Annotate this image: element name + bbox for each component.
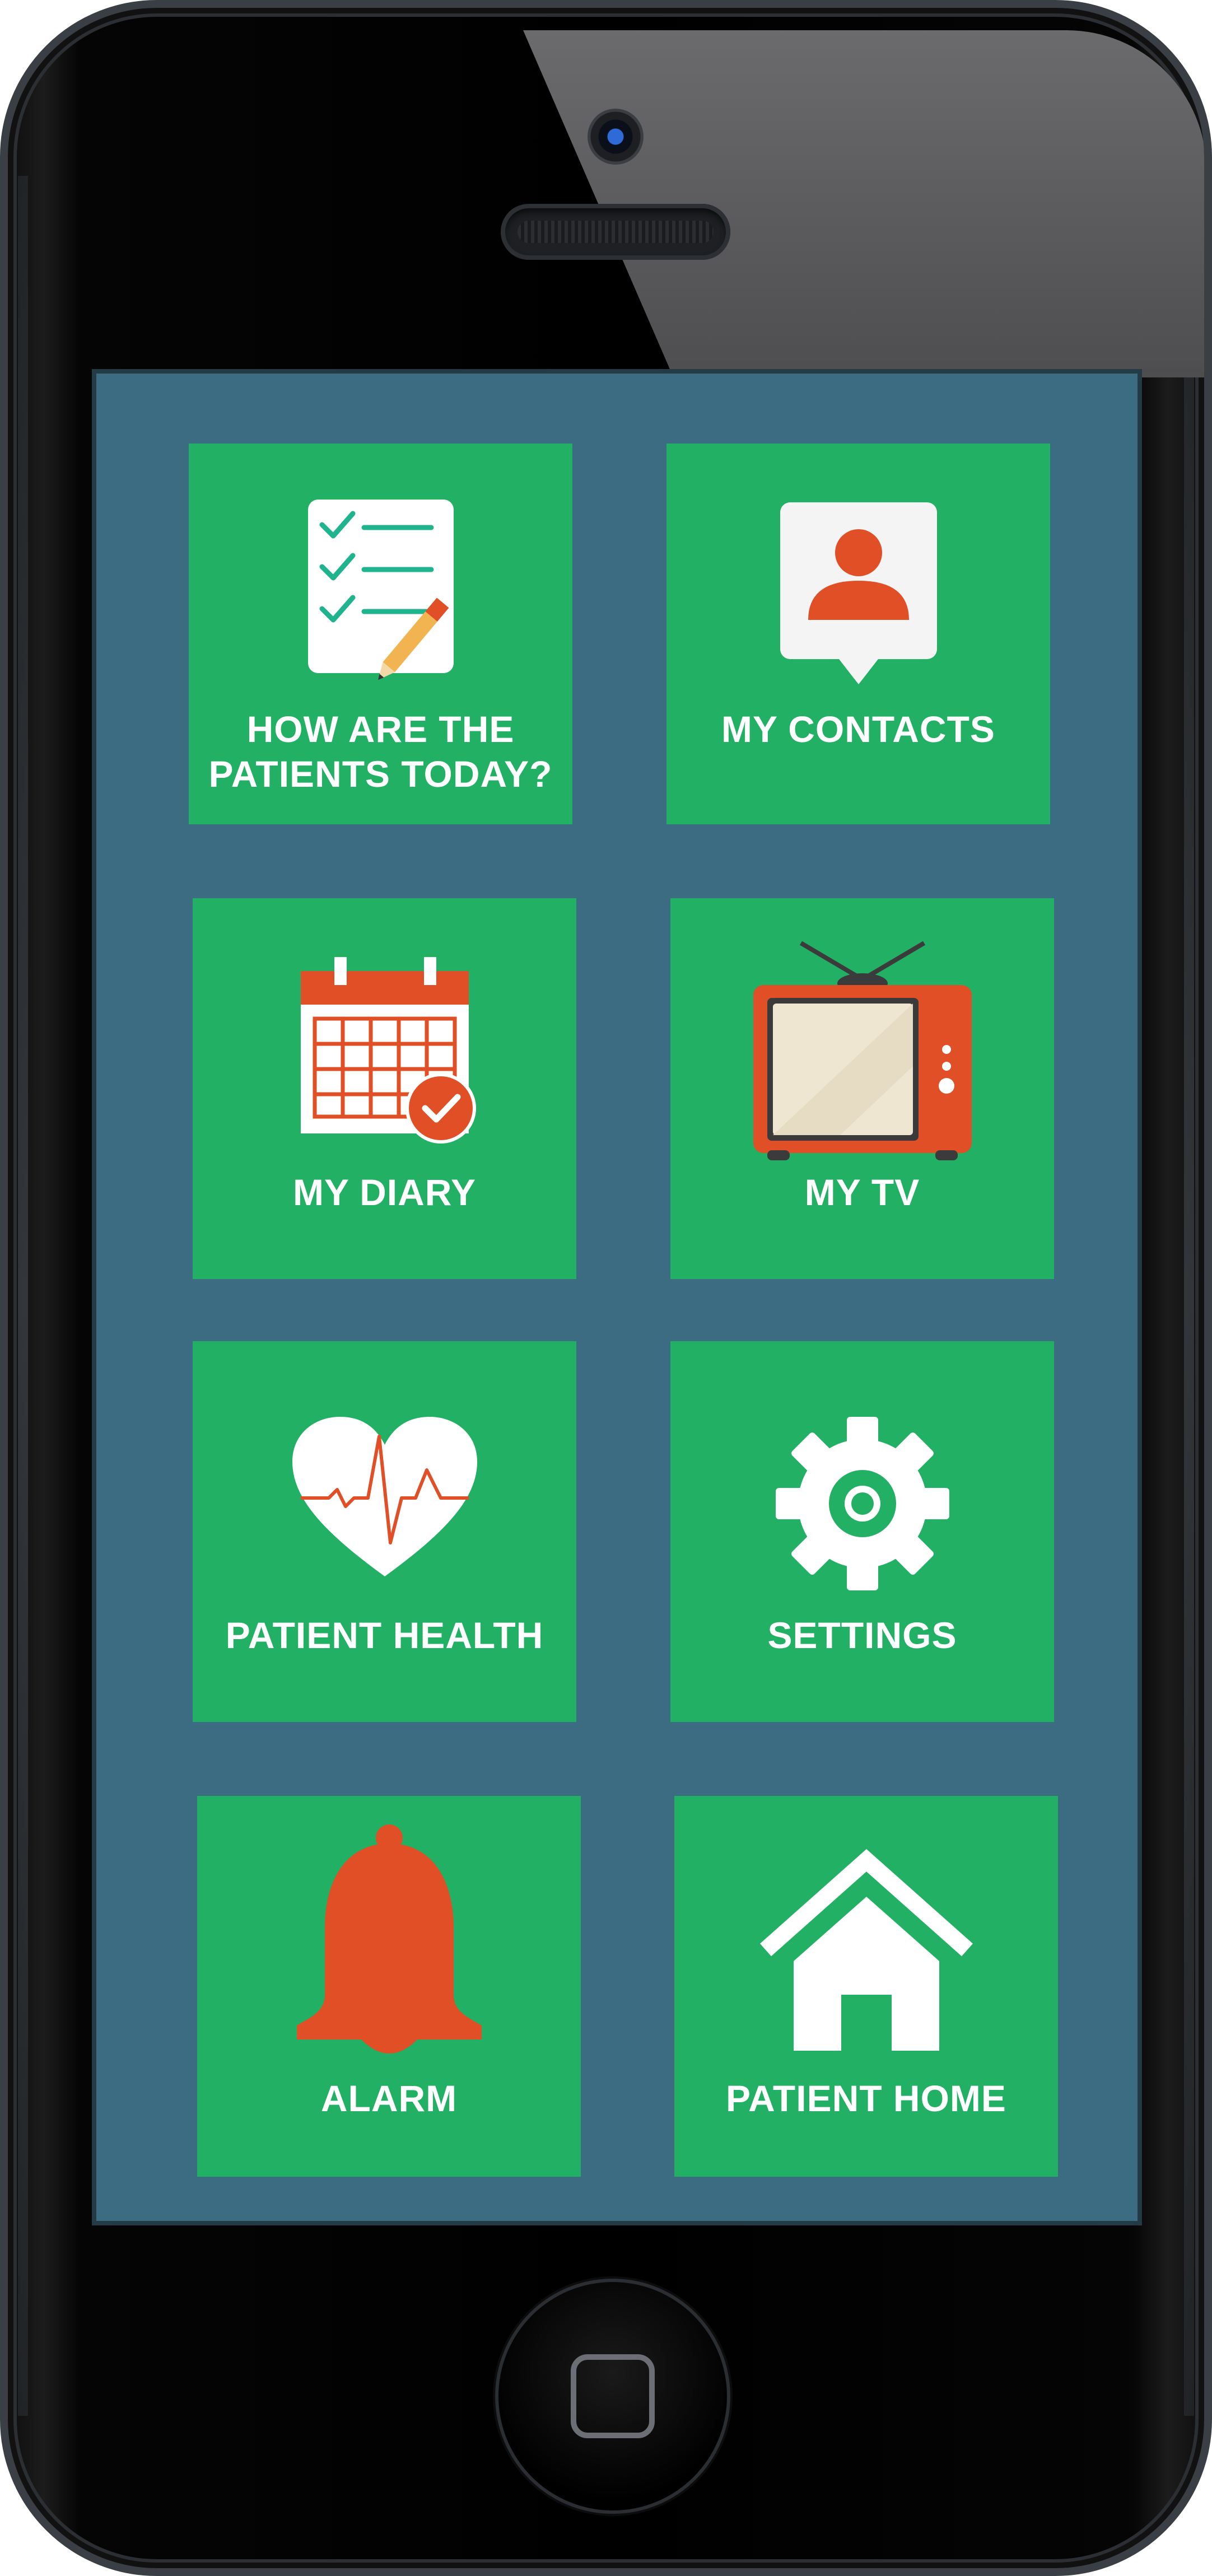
- house-icon: [759, 1849, 973, 2051]
- contact-card-icon: [780, 502, 937, 684]
- tile-label: MY CONTACTS: [721, 708, 995, 750]
- tile-label-line2: PATIENTS TODAY?: [208, 753, 553, 795]
- phone-edge-right: [1184, 176, 1194, 2416]
- tile-how-are-the-patients-today[interactable]: HOW ARE THE PATIENTS TODAY?: [189, 444, 572, 824]
- tile-label: MY DIARY: [292, 1172, 477, 1213]
- gear-icon: [775, 1417, 949, 1590]
- tile-label: PATIENT HEALTH: [225, 1614, 544, 1656]
- tile-my-diary[interactable]: MY DIARY: [193, 898, 576, 1279]
- home-square-icon: [571, 2354, 655, 2438]
- tile-alarm[interactable]: ALARM: [197, 1796, 581, 2177]
- tile-settings[interactable]: SETTINGS: [670, 1341, 1054, 1722]
- tile-patient-health[interactable]: PATIENT HEALTH: [193, 1341, 576, 1722]
- app-screen: HOW ARE THE PATIENTS TODAY? MY CONTACTS: [92, 369, 1142, 2225]
- tile-label: ALARM: [320, 2078, 458, 2119]
- checklist-pencil-icon: [307, 500, 454, 680]
- tile-label: PATIENT HOME: [726, 2078, 1006, 2119]
- earpiece-speaker: [501, 204, 730, 260]
- bell-icon: [296, 1824, 482, 2054]
- phone-frame: HOW ARE THE PATIENTS TODAY? MY CONTACTS: [0, 0, 1212, 2576]
- tile-label-line1: HOW ARE THE: [246, 708, 515, 750]
- front-camera-icon: [588, 109, 644, 165]
- tile-patient-home[interactable]: PATIENT HOME: [674, 1796, 1058, 2177]
- television-icon: [753, 941, 972, 1160]
- tile-label: SETTINGS: [767, 1614, 957, 1656]
- tile-my-tv[interactable]: MY TV: [670, 898, 1054, 1279]
- tile-my-contacts[interactable]: MY CONTACTS: [666, 444, 1050, 824]
- phone-edge-left: [18, 176, 28, 2416]
- heart-pulse-icon: [292, 1417, 477, 1576]
- calendar-check-icon: [300, 957, 476, 1144]
- tile-label: MY TV: [804, 1172, 920, 1213]
- home-button[interactable]: [495, 2279, 730, 2514]
